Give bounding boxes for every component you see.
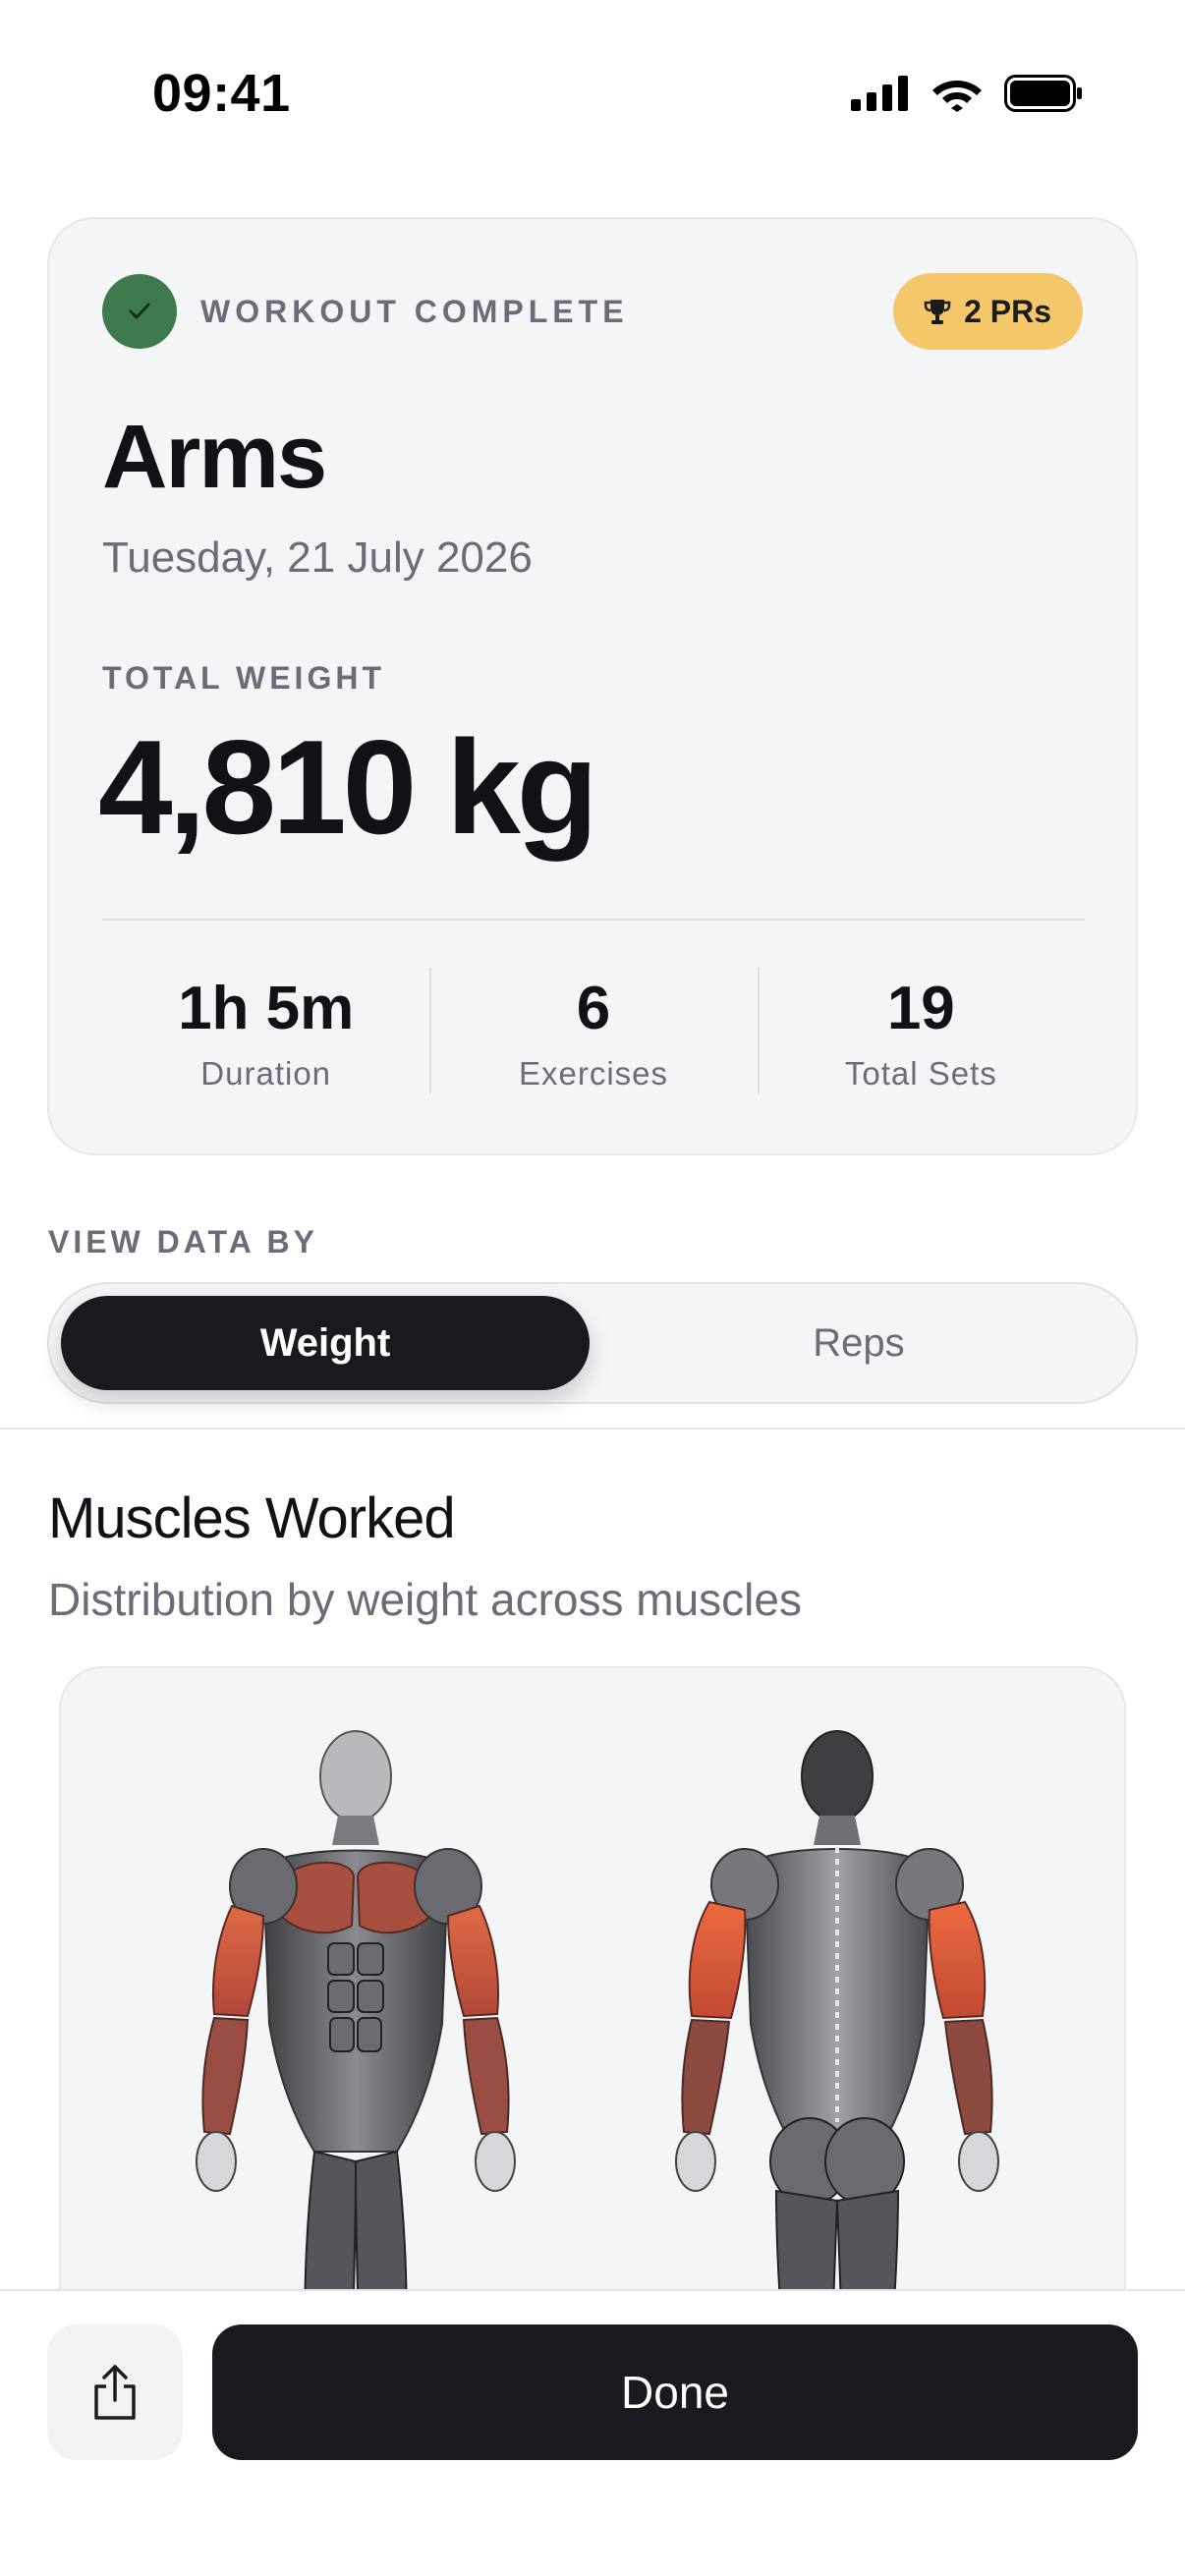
view-data-segmented-control: Weight Reps bbox=[47, 1282, 1138, 1404]
stat-label: Duration bbox=[200, 1055, 332, 1092]
share-icon bbox=[94, 2365, 136, 2420]
workout-complete-label: WORKOUT COMPLETE bbox=[200, 293, 629, 329]
stat-label: Exercises bbox=[518, 1055, 669, 1092]
trophy-icon bbox=[924, 300, 951, 324]
workout-summary-card: WORKOUT COMPLETE 2 PRs Arms Tuesday, 21 … bbox=[47, 217, 1138, 1155]
section-divider bbox=[0, 1428, 1185, 1429]
battery-icon bbox=[1004, 75, 1082, 112]
workout-date: Tuesday, 21 July 2026 bbox=[102, 533, 533, 582]
muscles-worked-title: Muscles Worked bbox=[48, 1486, 456, 1550]
workout-stats: 1h 5m Duration 6 Exercises 19 Total Sets bbox=[102, 966, 1085, 1093]
stat-exercises: 6 Exercises bbox=[429, 966, 757, 1093]
status-icons bbox=[851, 75, 1083, 112]
stat-duration: 1h 5m Duration bbox=[102, 966, 429, 1093]
card-divider bbox=[102, 919, 1085, 921]
total-weight-value: 4,810 kg bbox=[98, 712, 598, 862]
cellular-signal-icon bbox=[851, 76, 908, 111]
total-weight-label: TOTAL WEIGHT bbox=[102, 660, 385, 696]
done-button[interactable]: Done bbox=[212, 2324, 1138, 2460]
pr-badge: 2 PRs bbox=[893, 273, 1083, 350]
weight-segment-button[interactable]: Weight bbox=[61, 1296, 590, 1390]
stat-value: 1h 5m bbox=[178, 975, 355, 1042]
stat-value: 6 bbox=[576, 975, 611, 1042]
wifi-icon bbox=[932, 81, 982, 112]
stat-value: 19 bbox=[886, 975, 955, 1042]
status-time: 09:41 bbox=[152, 64, 291, 123]
status-bar: 09:41 bbox=[0, 0, 1185, 187]
workout-title: Arms bbox=[102, 407, 327, 507]
front-body-figure bbox=[196, 1730, 516, 2358]
pr-count-label: 2 PRs bbox=[964, 293, 1051, 329]
checkmark-icon bbox=[102, 274, 177, 349]
back-body-figure bbox=[675, 1730, 999, 2358]
stat-label: Total Sets bbox=[844, 1055, 997, 1092]
stat-total-sets: 19 Total Sets bbox=[757, 966, 1085, 1093]
workout-complete-row: WORKOUT COMPLETE bbox=[102, 274, 629, 349]
view-data-by-label: VIEW DATA BY bbox=[48, 1224, 318, 1260]
share-button[interactable] bbox=[47, 2324, 183, 2460]
bottom-action-bar: Done bbox=[0, 2289, 1185, 2576]
reps-segment-button[interactable]: Reps bbox=[593, 1296, 1124, 1390]
muscles-worked-subtitle: Distribution by weight across muscles bbox=[48, 1574, 802, 1625]
